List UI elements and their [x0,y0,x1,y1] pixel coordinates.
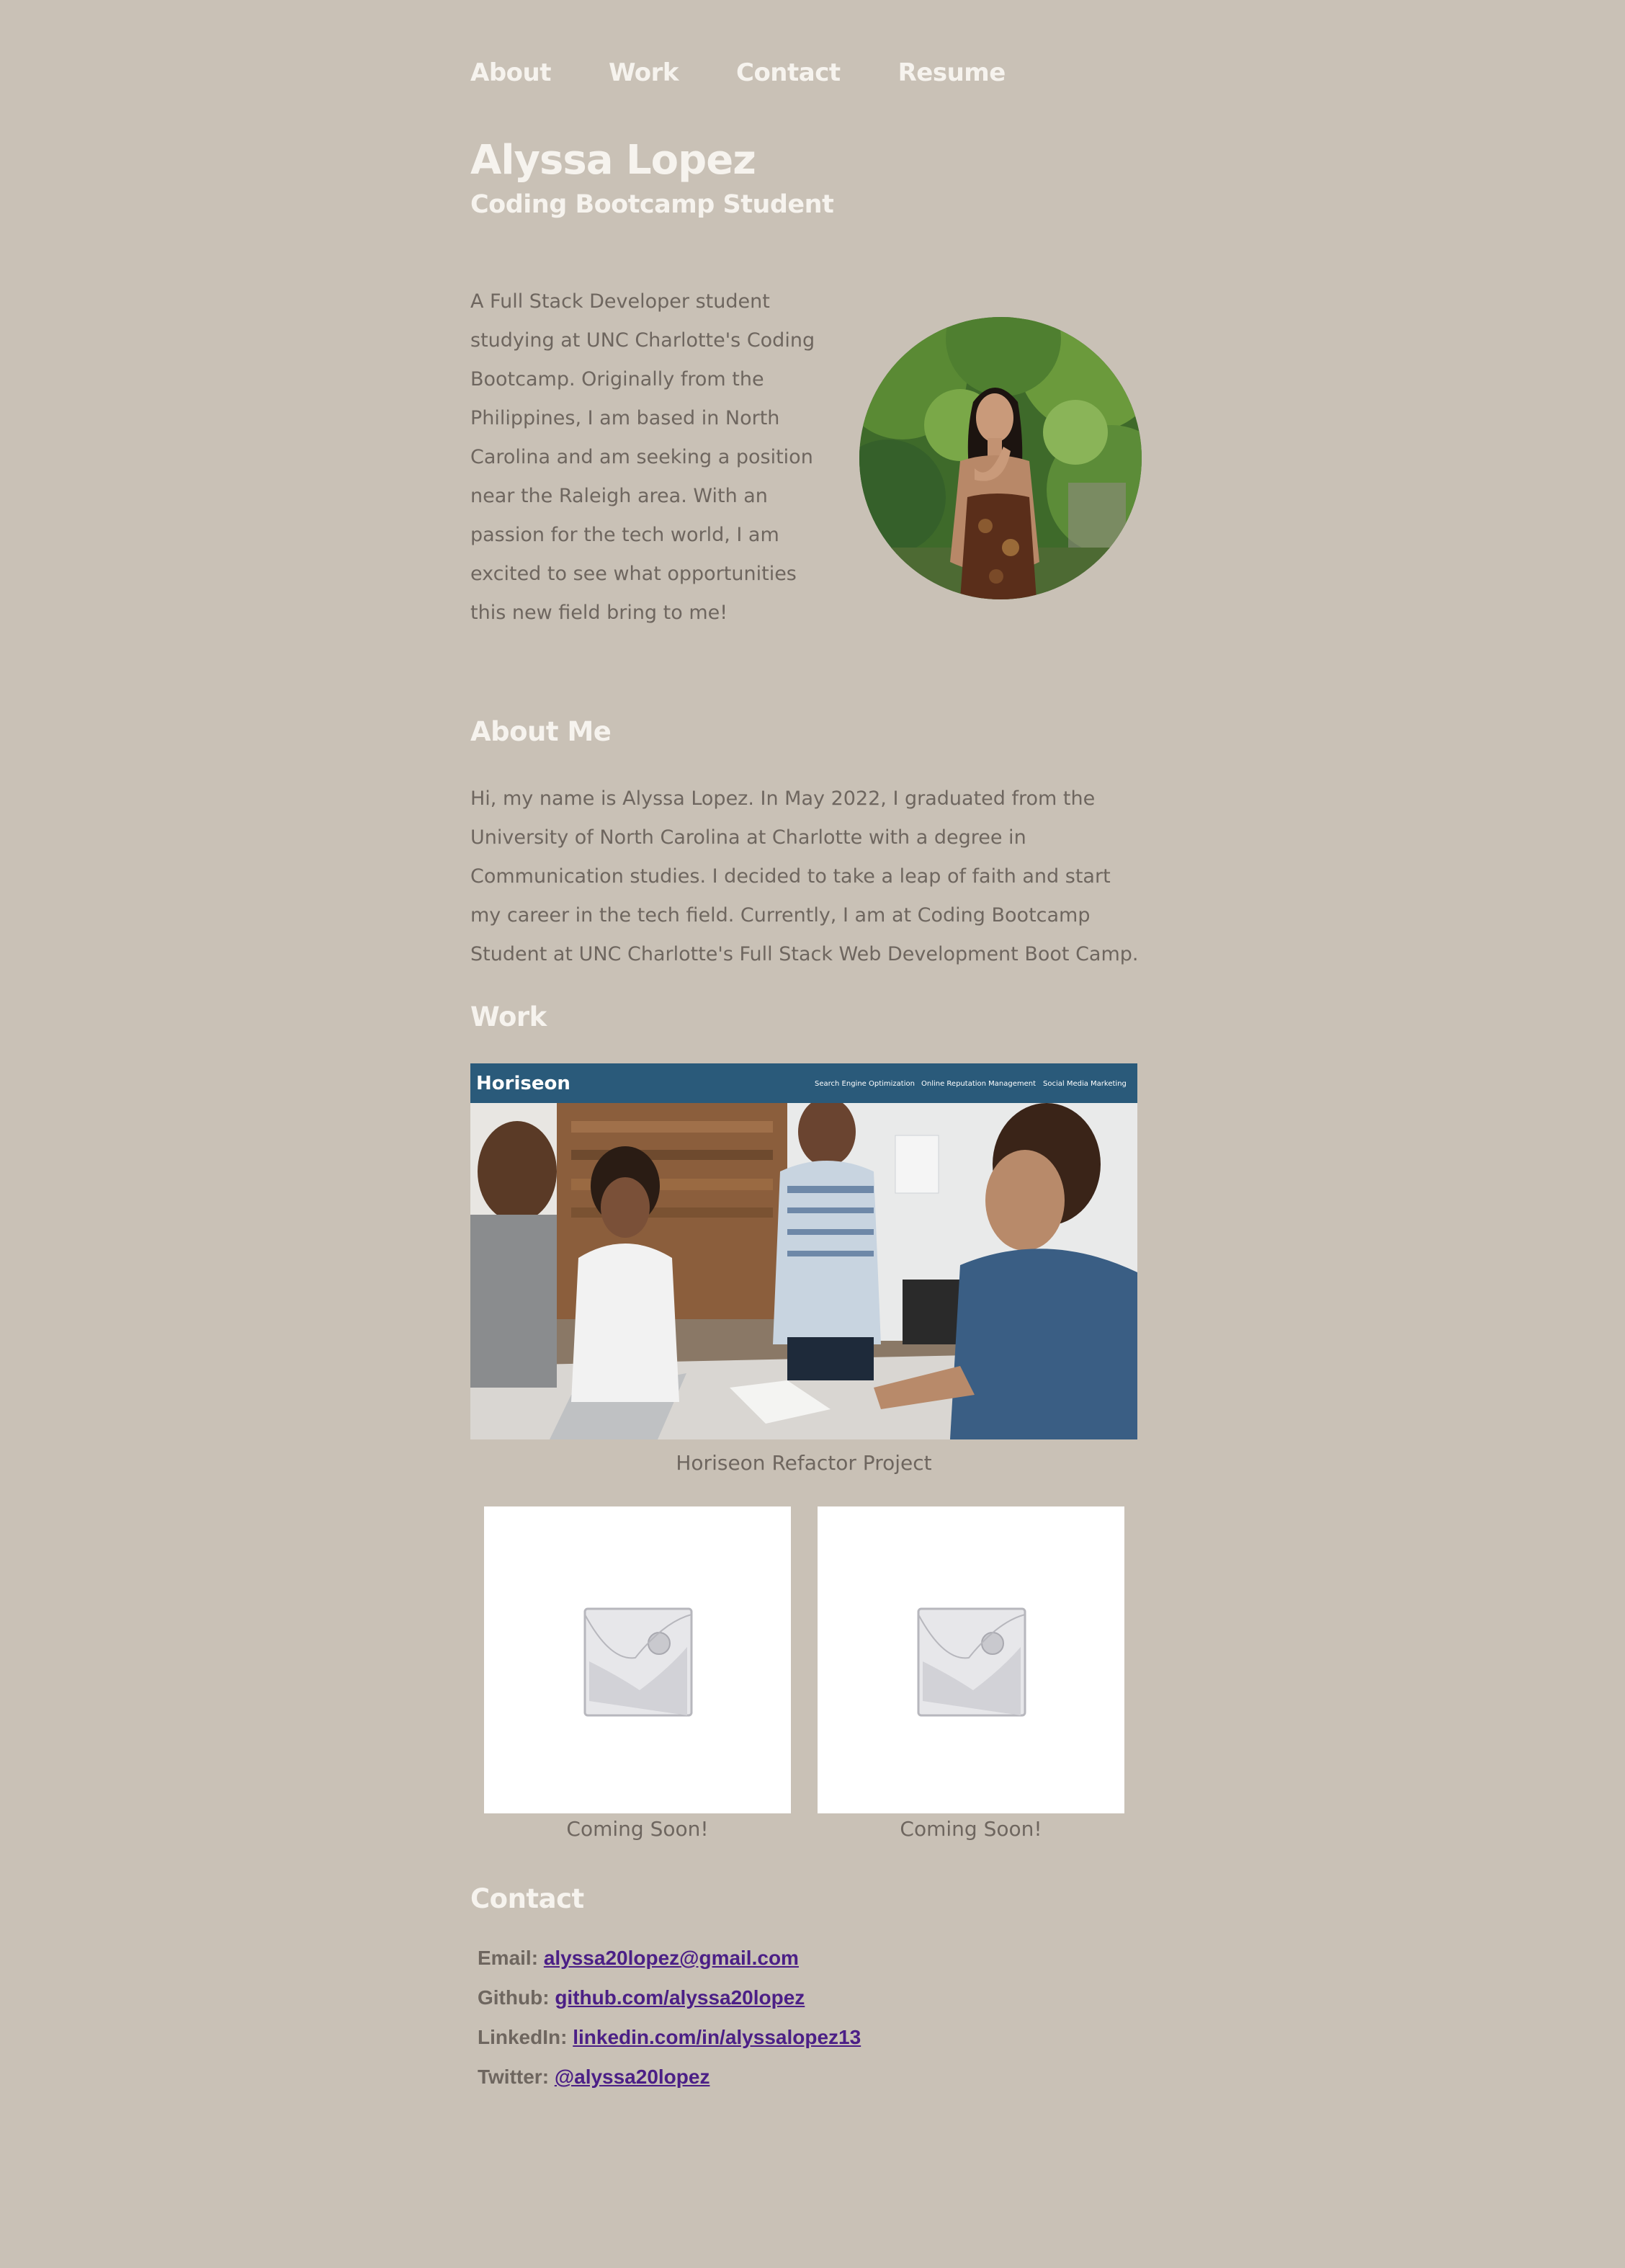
featured-project-caption: Horiseon Refactor Project [676,1451,932,1475]
contact-label: LinkedIn: [478,2026,568,2048]
nav-resume-link[interactable]: Resume [898,58,1006,87]
image-placeholder-icon [583,1607,693,1717]
contact-item-twitter: Twitter: @alyssa20lopez [478,2057,861,2097]
twitter-link[interactable]: @alyssa20lopez [555,2066,710,2088]
project-caption-2: Coming Soon! [900,1817,1042,1841]
contact-label: Twitter: [478,2066,550,2088]
linkedin-link[interactable]: linkedin.com/in/alyssalopez13 [573,2026,861,2048]
about-heading: About Me [470,716,612,747]
nav-work-link[interactable]: Work [609,58,679,87]
contact-label: Github: [478,1986,550,2009]
intro-text: A Full Stack Developer student studying … [470,290,815,624]
email-link[interactable]: alyssa20lopez@gmail.com [544,1947,799,1969]
page: About Work Contact Resume Alyssa Lopez C… [0,0,1625,2268]
svg-text:Online Reputation Management: Online Reputation Management [921,1080,1036,1088]
project-placeholder-1[interactable] [484,1506,791,1813]
page-subtitle: Coding Bootcamp Student [470,190,834,219]
horiseon-project-image[interactable]: Horiseon Search Engine Optimization Onli… [470,1063,1137,1439]
nav-about-link[interactable]: About [470,58,551,87]
project-placeholder-2[interactable] [818,1506,1124,1813]
contact-list: Email: alyssa20lopez@gmail.com Github: g… [478,1938,861,2097]
top-nav: About Work Contact Resume [470,55,1006,91]
work-heading: Work [470,1001,547,1032]
profile-photo [859,317,1142,599]
nav-contact-link[interactable]: Contact [736,58,841,87]
contact-heading: Contact [470,1883,584,1914]
project-caption-1: Coming Soon! [566,1817,709,1841]
about-text: Hi, my name is Alyssa Lopez. In May 2022… [470,787,1139,965]
github-link[interactable]: github.com/alyssa20lopez [555,1986,805,2009]
contact-item-email: Email: alyssa20lopez@gmail.com [478,1938,861,1978]
horiseon-logo-text: Horiseon [476,1073,570,1094]
contact-label: Email: [478,1947,539,1969]
contact-item-github: Github: github.com/alyssa20lopez [478,1978,861,2017]
svg-text:Social Media Marketing: Social Media Marketing [1043,1080,1127,1088]
page-title: Alyssa Lopez [470,137,756,184]
svg-text:Search Engine Optimization: Search Engine Optimization [815,1080,915,1088]
contact-item-linkedin: LinkedIn: linkedin.com/in/alyssalopez13 [478,2017,861,2057]
image-placeholder-icon [917,1607,1026,1717]
